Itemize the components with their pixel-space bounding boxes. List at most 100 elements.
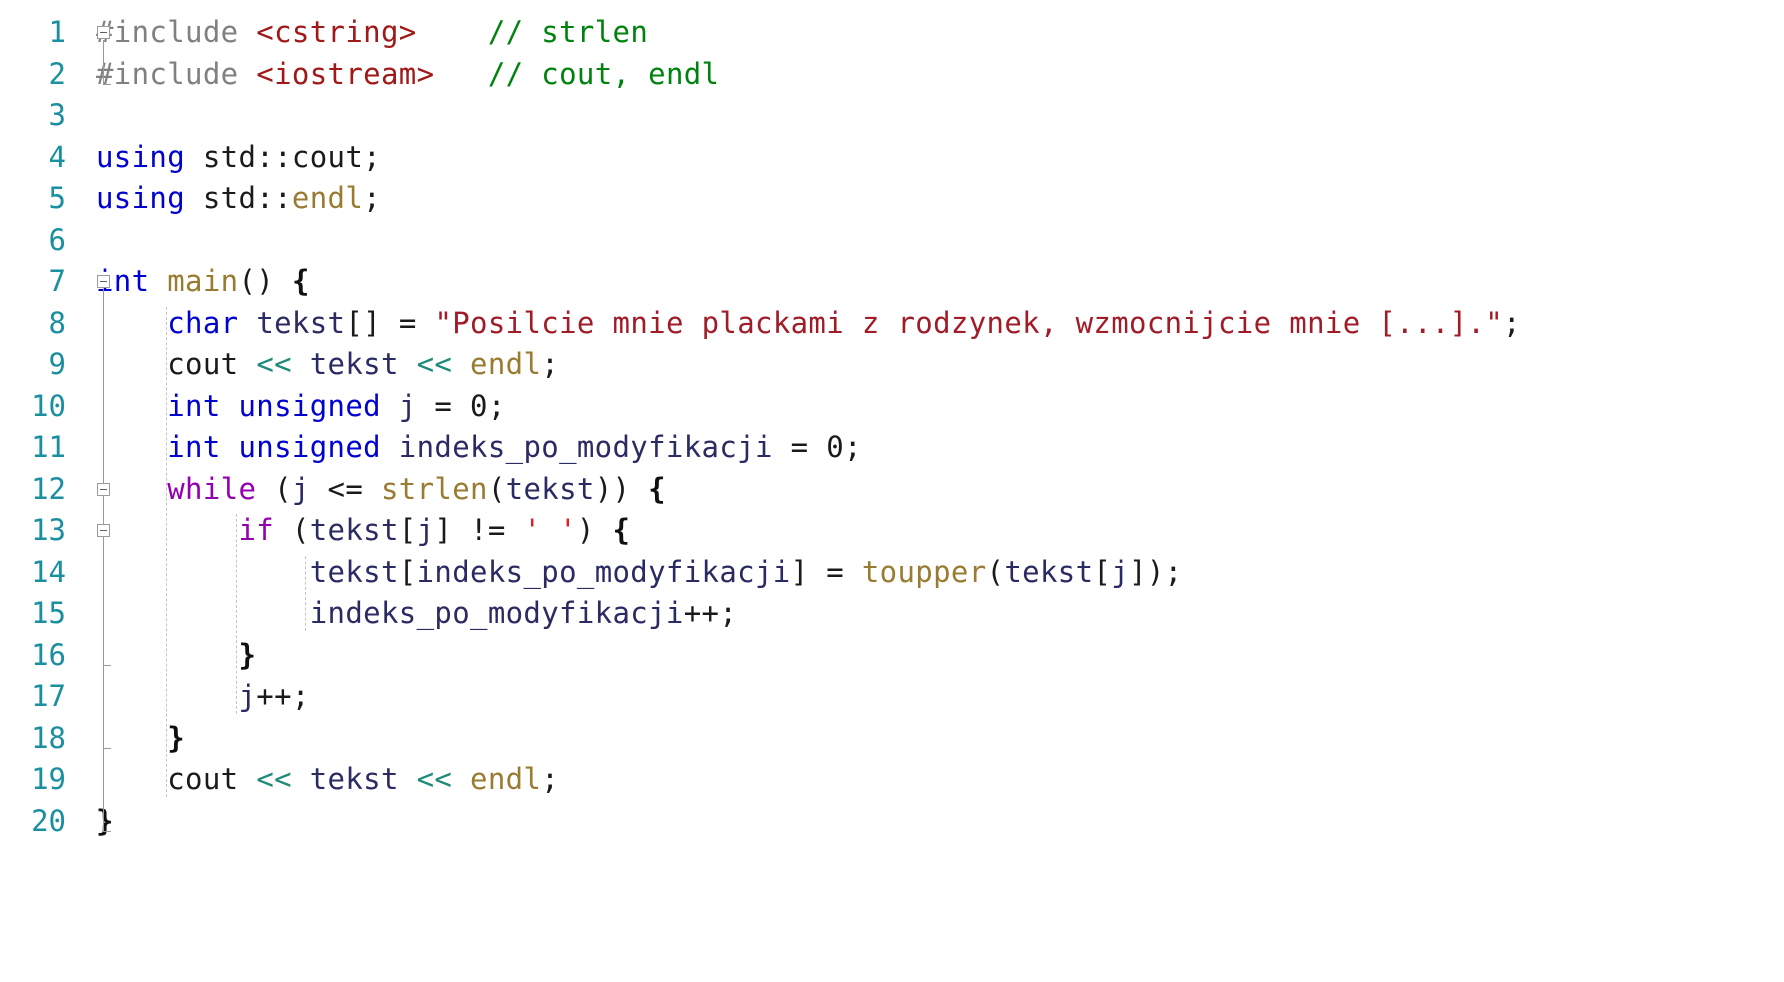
- code-line[interactable]: 6: [0, 220, 1784, 262]
- token-func: strlen: [380, 471, 488, 506]
- code-line-content[interactable]: tekst[indeks_po_modyfikacji] = toupper(t…: [96, 552, 1182, 594]
- code-line[interactable]: 7 int main() {: [0, 261, 1784, 303]
- token-control: if: [238, 513, 292, 547]
- token-brace: {: [648, 471, 666, 506]
- code-line[interactable]: 9 cout << tekst << endl;: [0, 344, 1784, 386]
- code-line-content[interactable]: using std::endl;: [96, 178, 381, 220]
- code-line[interactable]: 3: [0, 95, 1784, 137]
- token-op: =: [434, 388, 471, 423]
- token-func: endl: [470, 347, 542, 381]
- code-line[interactable]: 5 using std::endl;: [0, 178, 1784, 220]
- line-number: 4: [48, 139, 66, 174]
- code-line-content[interactable]: int unsigned j = 0;: [96, 386, 506, 428]
- token-plain: ]: [434, 513, 471, 547]
- code-line-content[interactable]: using std::cout;: [96, 137, 381, 179]
- code-line[interactable]: 19 cout << tekst << endl;: [0, 759, 1784, 801]
- token-comment: // cout, endl: [487, 56, 720, 91]
- token-plain: ): [576, 513, 613, 547]
- code-line-content[interactable]: cout << tekst << endl;: [96, 759, 559, 801]
- line-number: 20: [31, 803, 66, 838]
- code-line[interactable]: 11 int unsigned indeks_po_modyfikacji = …: [0, 427, 1784, 469]
- token-plain: ++;: [683, 596, 738, 630]
- token-keyword: char: [167, 305, 257, 340]
- line-number: 11: [31, 430, 66, 464]
- token-stream: <<: [416, 762, 471, 796]
- code-line[interactable]: 18 }: [0, 718, 1784, 760]
- code-line[interactable]: 15 indeks_po_modyfikacji++;: [0, 593, 1784, 635]
- token-plain: ;: [487, 388, 506, 423]
- code-line-content[interactable]: int main() {: [96, 261, 310, 303]
- code-line-content[interactable]: while (j <= strlen(tekst)) {: [96, 469, 666, 511]
- token-stream: <<: [256, 762, 310, 796]
- fold-collapse-icon[interactable]: [97, 482, 110, 496]
- token-control: while: [167, 471, 275, 506]
- token-ident: tekst: [1004, 554, 1094, 589]
- line-number: 9: [48, 347, 66, 381]
- fold-collapse-icon[interactable]: [97, 275, 110, 288]
- line-number: 12: [31, 471, 66, 506]
- token-ident: j: [291, 471, 328, 506]
- code-line-content[interactable]: cout << tekst << endl;: [96, 344, 559, 386]
- code-line[interactable]: 10 int unsigned j = 0;: [0, 386, 1784, 428]
- code-line-content[interactable]: }: [96, 635, 256, 677]
- fold-collapse-icon[interactable]: [97, 524, 110, 537]
- token-string: "Posilcie mnie plackami z rodzynek, wzmo…: [434, 305, 1504, 340]
- code-line-content[interactable]: #include <iostream> // cout, endl: [96, 54, 719, 96]
- token-ident: tekst: [505, 471, 595, 506]
- code-line-content[interactable]: int unsigned indeks_po_modyfikacji = 0;: [96, 427, 862, 469]
- code-line-content[interactable]: char tekst[] = "Posilcie mnie plackami z…: [96, 303, 1521, 345]
- fold-collapse-icon[interactable]: [97, 26, 110, 39]
- token-ident: tekst: [256, 305, 346, 340]
- code-line[interactable]: 4 using std::cout;: [0, 137, 1784, 179]
- code-line[interactable]: 13 if (tekst[j] != ' ') {: [0, 510, 1784, 552]
- code-editor[interactable]: 1 #include <cstring> // strlen 2 #include <…: [0, 0, 1784, 982]
- token-plain: std::: [202, 181, 292, 215]
- token-stream: <<: [416, 347, 471, 381]
- line-number: 5: [48, 181, 66, 215]
- token-ident: j: [398, 388, 435, 423]
- token-plain: (: [291, 513, 310, 547]
- code-line[interactable]: 8 char tekst[] = "Posilcie mnie plackami…: [0, 303, 1784, 345]
- token-op: =: [826, 554, 862, 589]
- line-number: 2: [48, 56, 66, 91]
- token-ident: indeks_po_modyfikacji: [398, 430, 791, 464]
- code-line[interactable]: 2 #include <iostream> // cout, endl: [0, 54, 1784, 96]
- token-brace: }: [96, 803, 114, 838]
- token-keyword: int unsigned: [167, 388, 399, 423]
- token-op: !=: [470, 513, 524, 547]
- code-line-content[interactable]: }: [96, 718, 185, 760]
- code-line[interactable]: 14 tekst[indeks_po_modyfikacji] = touppe…: [0, 552, 1784, 594]
- line-number: 14: [31, 554, 66, 589]
- token-func: endl: [470, 762, 542, 796]
- token-ident: j: [416, 513, 435, 547]
- token-plain: ;: [541, 347, 560, 381]
- token-ident: tekst: [309, 762, 417, 796]
- token-plain: ;: [541, 762, 560, 796]
- token-ident: indeks_po_modyfikacji: [416, 554, 791, 589]
- code-line[interactable]: 20}: [0, 801, 1784, 843]
- token-brace: }: [167, 720, 186, 755]
- line-number: 6: [48, 222, 66, 257]
- code-line[interactable]: 12 while (j <= strlen(tekst)) {: [0, 469, 1784, 511]
- code-line-content[interactable]: if (tekst[j] != ' ') {: [96, 510, 630, 552]
- code-line-content[interactable]: #include <cstring> // strlen: [96, 12, 648, 54]
- token-plain: std::cout;: [202, 139, 381, 174]
- code-line[interactable]: 17 j++;: [0, 676, 1784, 718]
- token-keyword: int unsigned: [167, 430, 399, 464]
- token-stream: <<: [256, 347, 310, 381]
- code-line-content[interactable]: }: [96, 801, 114, 843]
- token-plain: (): [238, 264, 292, 298]
- code-line-content[interactable]: j++;: [96, 676, 310, 718]
- code-line[interactable]: 16 }: [0, 635, 1784, 677]
- token-plain: [: [398, 554, 417, 589]
- code-line-content[interactable]: indeks_po_modyfikacji++;: [96, 593, 737, 635]
- code-line[interactable]: 1 #include <cstring> // strlen: [0, 12, 1784, 54]
- token-plain: ;: [1503, 305, 1521, 340]
